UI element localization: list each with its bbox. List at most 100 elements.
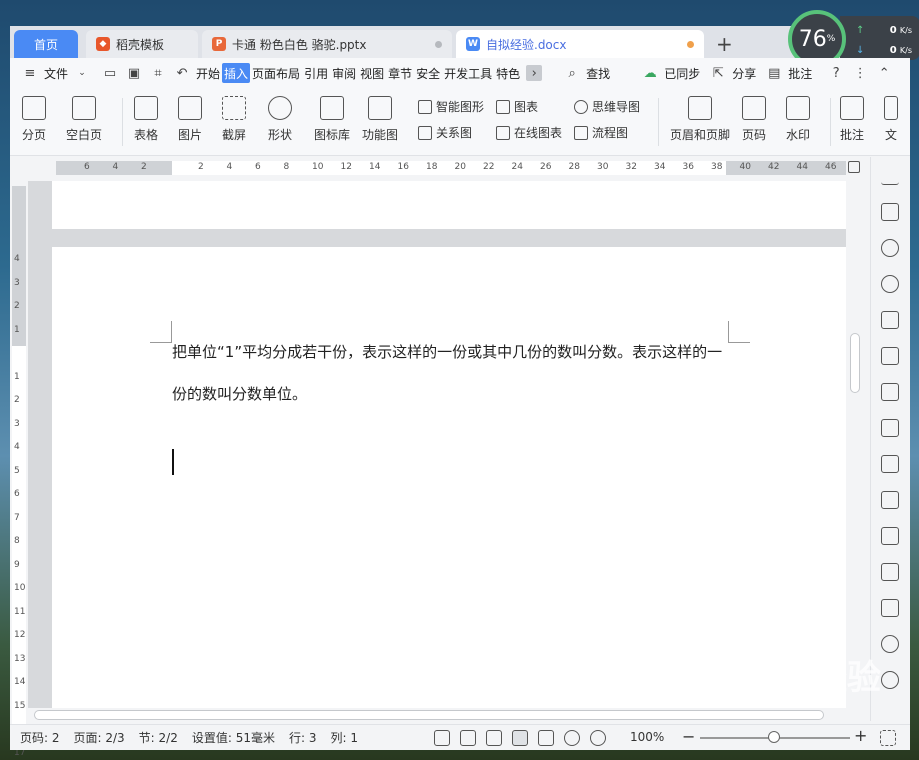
help-button[interactable]: ? bbox=[828, 65, 844, 81]
table-button[interactable]: 表格 bbox=[134, 96, 158, 143]
flowchart-button[interactable]: 流程图 bbox=[574, 124, 628, 141]
translate-icon[interactable] bbox=[881, 527, 899, 545]
mindmap-button[interactable]: 思维导图 bbox=[574, 98, 640, 115]
menu-page-layout[interactable]: 页面布局 bbox=[250, 63, 302, 83]
fullscreen-icon[interactable] bbox=[434, 730, 450, 746]
online-chart-button[interactable]: 在线图表 bbox=[496, 124, 562, 141]
page-2[interactable]: 把单位“1”平均分成若干份，表示这样的一份或其中几份的数叫分数。表示这样的一份的… bbox=[52, 247, 846, 708]
eye-protect-icon[interactable] bbox=[590, 730, 606, 746]
outline-view-icon[interactable] bbox=[538, 730, 554, 746]
tab-close-dot[interactable] bbox=[435, 40, 442, 48]
screenshot-button[interactable]: 截屏 bbox=[222, 96, 246, 143]
hscroll-thumb[interactable] bbox=[34, 710, 824, 720]
export-icon[interactable] bbox=[881, 491, 899, 509]
award-icon[interactable] bbox=[881, 239, 899, 257]
chevron-right-icon[interactable]: › bbox=[526, 65, 543, 81]
open-folder-icon[interactable]: ▭ bbox=[102, 65, 118, 81]
chart-button[interactable]: 图表 bbox=[496, 98, 538, 115]
share-button[interactable]: 分享 bbox=[730, 63, 758, 83]
function-chart-button[interactable]: 功能图 bbox=[362, 96, 398, 143]
chevron-down-icon[interactable]: ⌄ bbox=[74, 65, 90, 81]
status-section[interactable]: 节: 2/2 bbox=[139, 729, 178, 746]
unsaved-dot[interactable] bbox=[687, 40, 694, 48]
status-col[interactable]: 列: 1 bbox=[330, 729, 358, 746]
menu-file[interactable]: 文件 bbox=[42, 63, 70, 83]
tab-docer-templates[interactable]: ◆ 稻壳模板 bbox=[86, 30, 198, 58]
menu-review[interactable]: 审阅 bbox=[330, 63, 358, 83]
picture-button[interactable]: 图片 bbox=[178, 96, 202, 143]
image-gallery-icon[interactable] bbox=[881, 455, 899, 473]
icon-library-button[interactable]: 图标库 bbox=[314, 96, 350, 143]
status-row[interactable]: 行: 3 bbox=[289, 729, 317, 746]
blank-page-button[interactable]: 空白页 bbox=[66, 96, 102, 143]
ruler-toggle-icon[interactable] bbox=[848, 161, 860, 173]
status-page-number[interactable]: 页码: 2 bbox=[20, 729, 60, 746]
menu-references[interactable]: 引用 bbox=[302, 63, 330, 83]
shape-button[interactable]: 形状 bbox=[268, 96, 292, 143]
menu-insert[interactable]: 插入 bbox=[222, 63, 251, 83]
text-box-button[interactable]: 文 bbox=[884, 96, 898, 143]
zoom-out-icon[interactable]: − bbox=[682, 727, 695, 746]
status-setting[interactable]: 设置值: 51毫米 bbox=[192, 729, 275, 746]
menu-security[interactable]: 安全 bbox=[414, 63, 442, 83]
share-icon[interactable]: ⇱ bbox=[710, 65, 726, 81]
collapse-ribbon-icon[interactable]: ⌃ bbox=[876, 65, 892, 81]
bar-chart-icon[interactable] bbox=[881, 383, 899, 401]
shield-icon[interactable] bbox=[881, 635, 899, 653]
comment-button[interactable]: 批注 bbox=[786, 63, 814, 83]
tab-docx[interactable]: W 自拟经验.docx bbox=[456, 30, 704, 58]
vscroll-thumb[interactable] bbox=[850, 333, 860, 393]
vertical-ruler[interactable]: 43211234567891011121314151617 bbox=[12, 186, 26, 758]
edit-pen-icon[interactable] bbox=[486, 730, 502, 746]
menu-developer[interactable]: 开发工具 bbox=[442, 63, 494, 83]
sliders-icon[interactable] bbox=[881, 419, 899, 437]
tab-home[interactable]: 首页 bbox=[14, 30, 78, 58]
cloud-sync-icon[interactable]: ☁ bbox=[642, 65, 658, 81]
format-painter-icon[interactable]: ⌗ bbox=[150, 65, 166, 81]
document-paragraph[interactable]: 把单位“1”平均分成若干份，表示这样的一份或其中几份的数叫分数。表示这样的一份的… bbox=[172, 331, 732, 415]
page-number-button[interactable]: 页码 bbox=[742, 96, 766, 143]
search-button[interactable]: 查找 bbox=[584, 63, 612, 83]
annotate-button[interactable]: 批注 bbox=[840, 96, 864, 143]
layers-icon[interactable] bbox=[881, 311, 899, 329]
status-pages[interactable]: 页面: 2/3 bbox=[74, 729, 125, 746]
menu-view[interactable]: 视图 bbox=[358, 63, 386, 83]
relation-chart-button[interactable]: 关系图 bbox=[418, 124, 472, 141]
hamburger-icon[interactable]: ≡ bbox=[22, 65, 38, 81]
ruler-tick-label: 42 bbox=[768, 162, 780, 172]
watermark-button[interactable]: 水印 bbox=[786, 96, 810, 143]
document-area[interactable]: 把单位“1”平均分成若干份，表示这样的一份或其中几份的数叫分数。表示这样的一份的… bbox=[28, 181, 846, 708]
archive-icon[interactable] bbox=[881, 563, 899, 581]
horizontal-ruler[interactable]: 6 4 2 2 4 6 8 10 12 14 16 18 20 22 24 26 28 30 32 34 36 38 40 4… bbox=[10, 157, 910, 181]
add-tab-icon[interactable]: + bbox=[716, 32, 733, 56]
zoom-level[interactable]: 100% bbox=[630, 730, 664, 744]
menu-start[interactable]: 开始 bbox=[194, 63, 222, 83]
more-icon[interactable]: ⋮ bbox=[852, 65, 868, 81]
pen-icon[interactable] bbox=[881, 167, 899, 185]
ruler-tick-label: 16 bbox=[397, 162, 409, 172]
picture-icon[interactable] bbox=[881, 599, 899, 617]
web-view-icon[interactable] bbox=[564, 730, 580, 746]
grid-apps-icon[interactable] bbox=[881, 347, 899, 365]
clock-icon[interactable] bbox=[881, 671, 899, 689]
undo-icon[interactable]: ↶ bbox=[174, 65, 190, 81]
comment-icon[interactable]: ▤ bbox=[766, 65, 782, 81]
header-footer-button[interactable]: 页眉和页脚 bbox=[670, 96, 730, 143]
select-cursor-icon[interactable] bbox=[881, 203, 899, 221]
page-view-icon[interactable] bbox=[512, 730, 528, 746]
vertical-scrollbar[interactable] bbox=[848, 181, 862, 708]
save-icon[interactable]: ▣ bbox=[126, 65, 142, 81]
horizontal-scrollbar[interactable] bbox=[28, 708, 848, 722]
sync-status[interactable]: 已同步 bbox=[662, 63, 702, 83]
menu-features[interactable]: 特色 bbox=[494, 63, 522, 83]
tab-pptx[interactable]: P 卡通 粉色白色 骆驼.pptx bbox=[202, 30, 452, 58]
fit-page-icon[interactable] bbox=[880, 730, 896, 746]
smart-shape-button[interactable]: 智能图形 bbox=[418, 98, 484, 115]
read-mode-icon[interactable] bbox=[460, 730, 476, 746]
menu-chapter[interactable]: 章节 bbox=[386, 63, 414, 83]
page-break-button[interactable]: 分页 bbox=[22, 96, 46, 143]
zoom-in-icon[interactable]: + bbox=[854, 726, 867, 745]
shapes-icon[interactable] bbox=[881, 275, 899, 293]
search-icon[interactable]: ⌕ bbox=[564, 65, 580, 81]
zoom-slider-knob[interactable] bbox=[768, 731, 780, 743]
